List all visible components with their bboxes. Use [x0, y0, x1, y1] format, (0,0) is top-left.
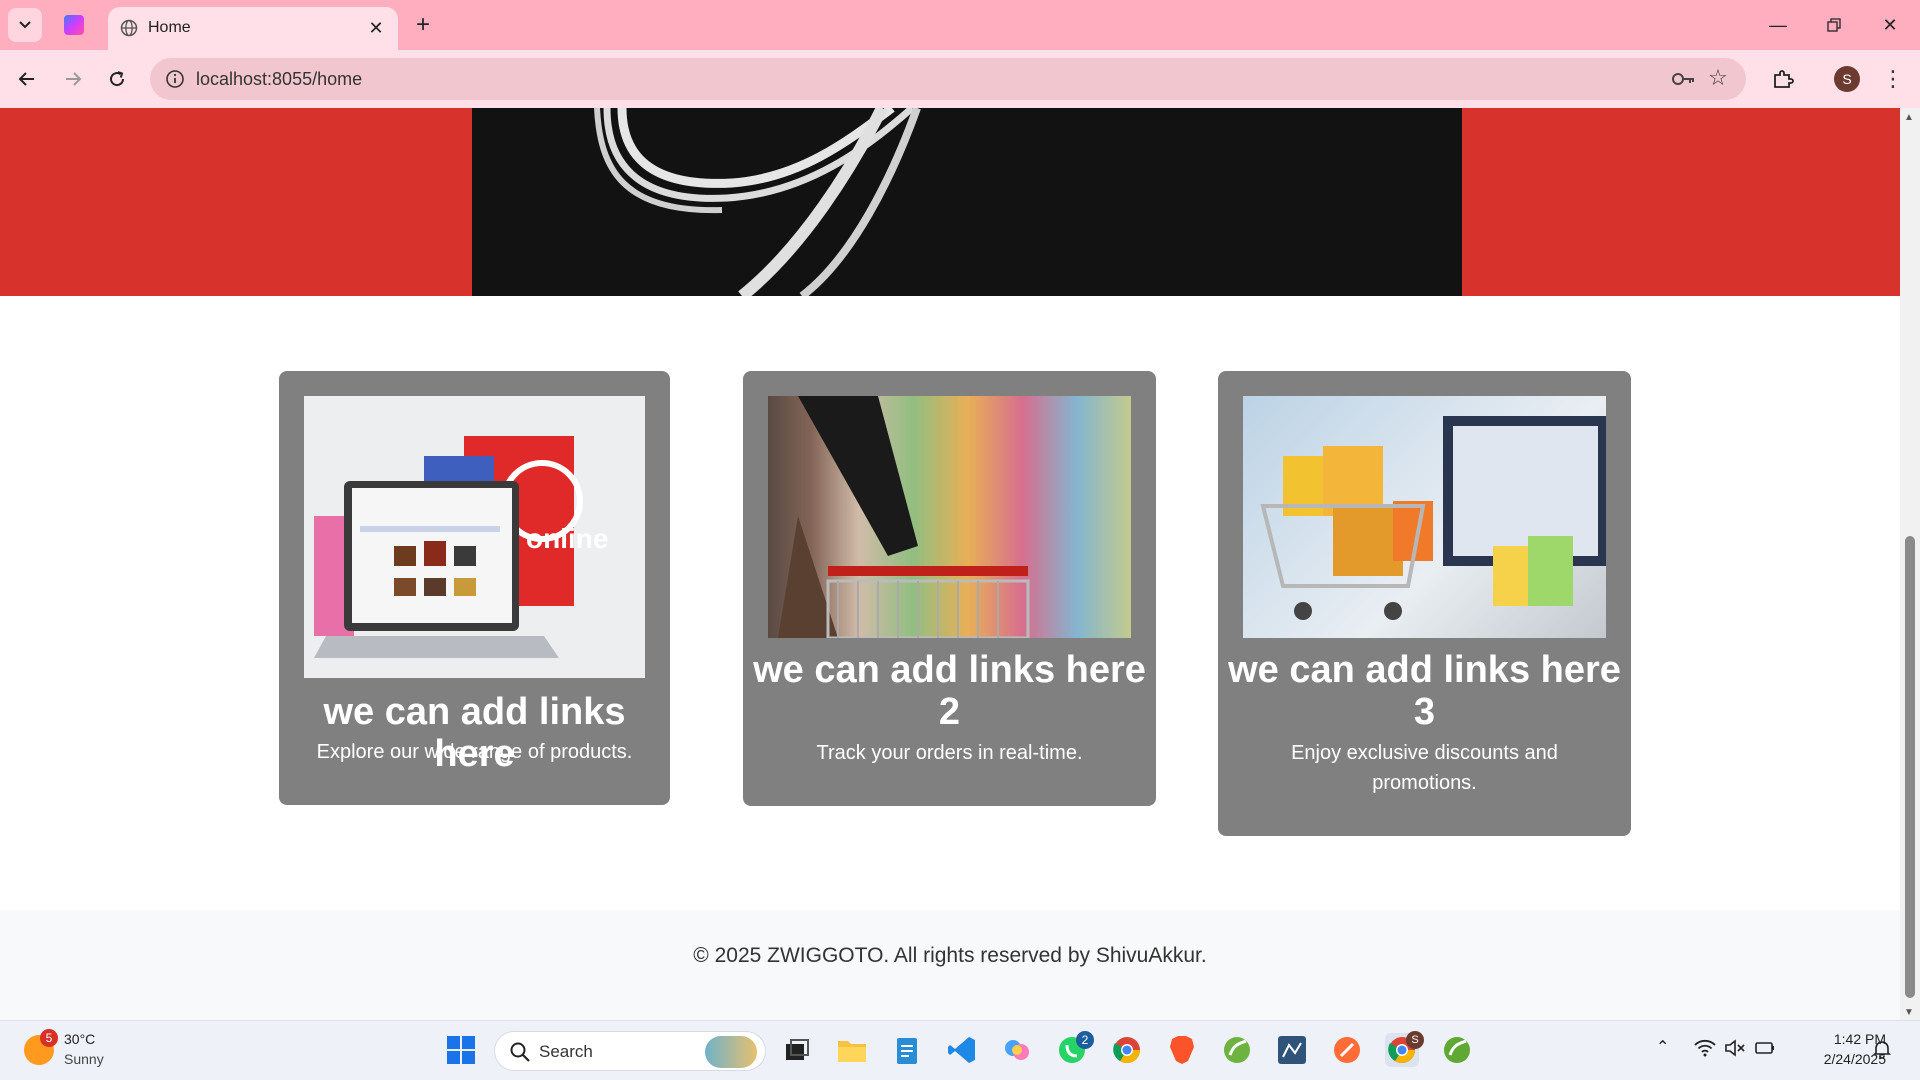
notepad-icon[interactable] — [890, 1033, 924, 1067]
feature-card-2[interactable]: we can add links here 2 Track your order… — [743, 371, 1156, 806]
browser-menu-icon[interactable]: ⋮ — [1878, 62, 1908, 96]
page-viewport: online we can add links here Explore our… — [0, 108, 1900, 1020]
close-window-button[interactable]: ✕ — [1862, 0, 1918, 50]
browser-tab-bar: Home ✕ + — ✕ — [0, 0, 1920, 50]
footer-copyright: © 2025 ZWIGGOTO. All rights reserved by … — [693, 944, 1207, 967]
cart-laptop-bags-image — [1243, 396, 1606, 638]
page-scrollbar[interactable]: ▲ ▼ — [1900, 108, 1920, 1020]
volume-muted-icon[interactable] — [1724, 1039, 1746, 1057]
card-description: Enjoy exclusive discounts and promotions… — [1291, 742, 1558, 794]
spring-boot-icon[interactable] — [1440, 1033, 1474, 1067]
svg-text:online: online — [526, 523, 608, 554]
laptop-shopping-bags-image: online — [304, 396, 645, 678]
tab-title: Home — [148, 19, 191, 36]
notification-bell-icon[interactable] — [1872, 1039, 1892, 1059]
restore-icon — [1827, 18, 1841, 32]
vscode-icon[interactable] — [945, 1033, 979, 1067]
mysql-workbench-icon[interactable] — [1275, 1033, 1309, 1067]
postman-icon[interactable] — [1330, 1033, 1364, 1067]
card-title[interactable]: we can add links here 3 — [1218, 649, 1631, 733]
card-description: Explore our wide range of products. — [316, 741, 633, 763]
scroll-up-arrow-icon[interactable]: ▲ — [1904, 112, 1914, 123]
copilot-icon[interactable] — [1000, 1033, 1034, 1067]
show-hidden-icons-chevron-icon[interactable]: ⌃ — [1656, 1037, 1669, 1057]
arrow-right-icon — [66, 72, 82, 86]
feature-card-1[interactable]: online we can add links here Explore our… — [279, 371, 670, 805]
page-footer: © 2025 ZWIGGOTO. All rights reserved by … — [0, 910, 1900, 1020]
file-explorer-icon[interactable] — [835, 1033, 869, 1067]
search-highlight-image — [705, 1036, 757, 1068]
weather-condition[interactable]: Sunny — [64, 1051, 104, 1067]
url-text: localhost:8055/home — [196, 69, 363, 89]
tab-search-button[interactable] — [8, 8, 42, 42]
card-title[interactable]: we can add links here 2 — [743, 649, 1156, 733]
windows-taskbar: 5 30°C Sunny Search 2 S ⌃ 1:42 PM 2/24/2… — [0, 1020, 1920, 1080]
arrow-left-icon — [18, 72, 34, 86]
spring-tool-icon[interactable] — [1220, 1033, 1254, 1067]
tab-home[interactable]: Home ✕ — [108, 7, 398, 50]
close-tab-icon[interactable]: ✕ — [364, 16, 388, 40]
shopping-bag-graphic — [472, 108, 1462, 296]
minimize-button[interactable]: — — [1750, 0, 1806, 50]
hero-banner-image — [0, 108, 1900, 296]
weather-badge: 5 — [40, 1029, 58, 1047]
bookmark-star-icon[interactable]: ☆ — [1706, 66, 1730, 90]
globe-icon — [120, 19, 138, 37]
extension-tab-icon[interactable] — [64, 15, 84, 35]
site-info-icon[interactable] — [164, 68, 186, 90]
chrome-icon[interactable] — [1110, 1033, 1144, 1067]
restore-button[interactable] — [1806, 0, 1862, 50]
chevron-down-icon — [19, 21, 31, 29]
puzzle-icon — [1774, 70, 1794, 88]
address-bar[interactable]: localhost:8055/home ☆ — [150, 58, 1746, 100]
whatsapp-notification-badge: 2 — [1076, 1031, 1094, 1049]
browser-toolbar: localhost:8055/home ☆ S ⋮ — [0, 50, 1920, 108]
windows-logo-icon — [447, 1036, 475, 1064]
start-button[interactable] — [444, 1033, 478, 1067]
profile-avatar[interactable]: S — [1834, 66, 1860, 92]
extensions-button[interactable] — [1766, 62, 1800, 96]
feature-card-3[interactable]: we can add links here 3 Enjoy exclusive … — [1218, 371, 1631, 836]
weather-temperature[interactable]: 30°C — [64, 1031, 95, 1047]
reload-button[interactable] — [100, 62, 134, 96]
reload-icon — [110, 71, 125, 87]
scrollbar-thumb[interactable] — [1905, 536, 1915, 998]
taskbar-search-box[interactable]: Search — [494, 1031, 766, 1071]
task-view-icon[interactable] — [780, 1033, 814, 1067]
brave-browser-icon[interactable] — [1165, 1033, 1199, 1067]
card-description: Track your orders in real-time. — [816, 742, 1083, 764]
battery-icon[interactable] — [1754, 1039, 1776, 1057]
search-icon — [510, 1042, 530, 1062]
taskbar-search-label: Search — [539, 1042, 593, 1061]
forward-button[interactable] — [56, 62, 90, 96]
supermarket-cart-image — [768, 396, 1131, 638]
wifi-icon[interactable] — [1694, 1039, 1716, 1057]
back-button[interactable] — [10, 62, 44, 96]
password-key-icon[interactable] — [1670, 68, 1696, 90]
new-tab-button[interactable]: + — [408, 10, 438, 40]
chrome-profile-badge: S — [1406, 1031, 1424, 1049]
scroll-down-arrow-icon[interactable]: ▼ — [1904, 1007, 1914, 1018]
